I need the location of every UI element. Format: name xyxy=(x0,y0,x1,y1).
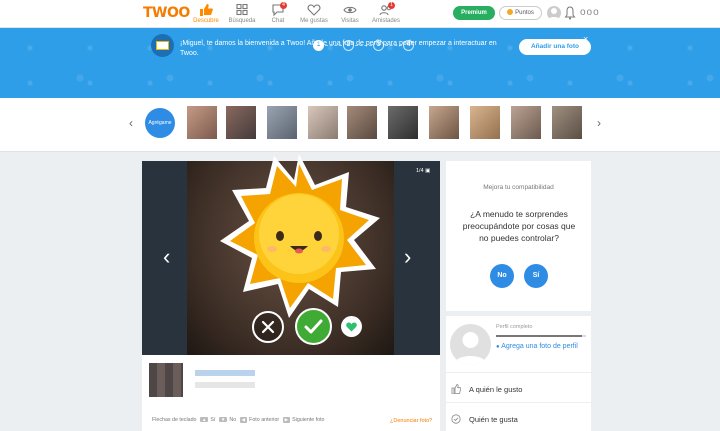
down-key-icon: ▼ xyxy=(218,417,228,422)
next-photo-shortcut-label: Siguiente foto xyxy=(292,417,325,423)
heart-icon xyxy=(307,4,321,16)
profile-thumbnail[interactable] xyxy=(149,363,183,397)
menu-who-likes-me[interactable]: A quién le gusto xyxy=(451,384,523,395)
puntos-label: Puntos xyxy=(515,10,534,16)
photo-prev-arrow[interactable]: ‹ xyxy=(163,244,170,270)
add-profile-photo-label: Agrega una foto de perfil xyxy=(501,343,578,350)
report-photo-link[interactable]: ¿Denunciar foto? xyxy=(390,418,432,424)
menu-label: A quién le gusto xyxy=(469,385,523,394)
user-thumbnail[interactable] xyxy=(511,106,541,139)
check-circle-icon xyxy=(451,414,461,424)
profile-details-blurred xyxy=(195,382,255,388)
nav-label: Amistades xyxy=(371,18,400,24)
user-thumbnail[interactable] xyxy=(308,106,338,139)
dislike-button[interactable] xyxy=(252,311,284,343)
nav-chat[interactable]: 4 Chat xyxy=(262,0,294,28)
yes-shortcut-label: Sí xyxy=(210,417,216,423)
photo-next-arrow[interactable]: › xyxy=(404,244,411,270)
user-avatar[interactable] xyxy=(547,6,561,20)
answer-yes-button[interactable]: Sí xyxy=(524,264,548,288)
user-thumbnail[interactable] xyxy=(187,106,217,139)
divider xyxy=(446,402,591,403)
up-key-icon: ▲ xyxy=(199,417,209,422)
no-shortcut-label: No xyxy=(229,417,237,423)
photo-upload-icon xyxy=(151,34,174,57)
answer-no-button[interactable]: No xyxy=(490,264,514,288)
menu-label: Quién te gusta xyxy=(469,415,518,424)
avatar-strip: ‹ Agrégame › xyxy=(0,98,720,152)
user-thumbnail[interactable] xyxy=(388,106,418,139)
eye-icon xyxy=(343,6,357,14)
thumbs-up-icon xyxy=(451,384,462,395)
more-menu-button[interactable]: ooo xyxy=(580,7,600,18)
nav-amistades[interactable]: 1 Amistades xyxy=(370,0,402,28)
photo-counter: 1/4 ▣ xyxy=(416,168,431,174)
main-nav: Descubre Búsqueda 4 Chat Me gustas Visit… xyxy=(190,0,406,28)
top-bar: TWOO Descubre Búsqueda 4 Chat Me gustas … xyxy=(0,0,720,28)
progress-fill xyxy=(496,335,582,337)
heart-icon xyxy=(346,322,357,332)
twoo-logo[interactable]: TWOO xyxy=(143,5,190,21)
avatar-placeholder-icon xyxy=(548,8,560,20)
photo-counter-text: 1/4 xyxy=(416,168,424,174)
compatibility-question: ¿A menudo te sorprendes preocupándote po… xyxy=(462,209,576,243)
nav-label: Búsqueda xyxy=(228,18,256,24)
add-profile-photo-link[interactable]: ● Agrega una foto de perfil xyxy=(496,342,586,352)
grid-icon xyxy=(236,4,248,16)
nav-label: Chat xyxy=(271,18,285,24)
friends-badge: 1 xyxy=(388,2,395,9)
right-key-icon: ▶ xyxy=(282,417,291,423)
prev-photo-shortcut-label: Foto anterior xyxy=(249,417,280,423)
add-me-button[interactable]: Agrégame xyxy=(145,108,175,138)
add-photo-button[interactable]: Añadir una foto xyxy=(519,39,591,55)
camera-icon: ● xyxy=(496,344,500,350)
keyboard-shortcuts: Flechas de teclado ▲ Sí ▼ No ◀ Foto anterio… xyxy=(152,417,325,423)
like-button[interactable] xyxy=(295,308,332,345)
user-thumbnail[interactable] xyxy=(226,106,256,139)
own-avatar[interactable] xyxy=(450,324,491,365)
strip-next-arrow[interactable]: › xyxy=(597,116,601,130)
menu-who-you-like[interactable]: Quién te gusta xyxy=(451,414,518,424)
nav-label: Visitas xyxy=(341,18,359,24)
nav-visitas[interactable]: Visitas xyxy=(334,0,366,28)
chat-badge: 4 xyxy=(280,2,287,9)
puntos-button[interactable]: Puntos xyxy=(499,6,542,20)
compatibility-title: Mejora tu compatibilidad xyxy=(483,184,554,191)
profile-progress-bar xyxy=(496,335,586,337)
user-thumbnail[interactable] xyxy=(552,106,582,139)
bell-icon[interactable] xyxy=(564,6,576,20)
nav-busqueda[interactable]: Búsqueda xyxy=(226,0,258,28)
banner-message: ¡Miguel, te damos la bienvenida a Twoo! … xyxy=(180,40,497,57)
nav-label: Me gustas xyxy=(300,18,328,24)
divider xyxy=(446,372,591,373)
user-thumbnail[interactable] xyxy=(429,106,459,139)
user-thumbnail[interactable] xyxy=(347,106,377,139)
premium-button[interactable]: Premium xyxy=(453,6,495,20)
strip-prev-arrow[interactable]: ‹ xyxy=(129,116,133,130)
user-thumbnail[interactable] xyxy=(470,106,500,139)
profile-name-blurred[interactable] xyxy=(195,370,255,376)
nav-descubre[interactable]: Descubre xyxy=(190,0,222,28)
avatar-placeholder-icon xyxy=(454,332,487,365)
keyboard-label: Flechas de teclado xyxy=(152,417,197,423)
profile-complete-label: Perfil completo xyxy=(496,324,533,330)
checkmark-icon xyxy=(304,319,323,334)
nav-label: Descubre xyxy=(193,18,219,24)
favorite-button[interactable] xyxy=(341,316,362,337)
user-thumbnail[interactable] xyxy=(267,106,297,139)
nav-me-gustas[interactable]: Me gustas xyxy=(298,0,330,28)
thumbs-up-icon xyxy=(200,4,213,16)
close-icon xyxy=(261,320,275,334)
sun-sticker-icon xyxy=(220,154,380,318)
left-key-icon: ◀ xyxy=(239,417,248,423)
coin-icon xyxy=(507,9,514,15)
